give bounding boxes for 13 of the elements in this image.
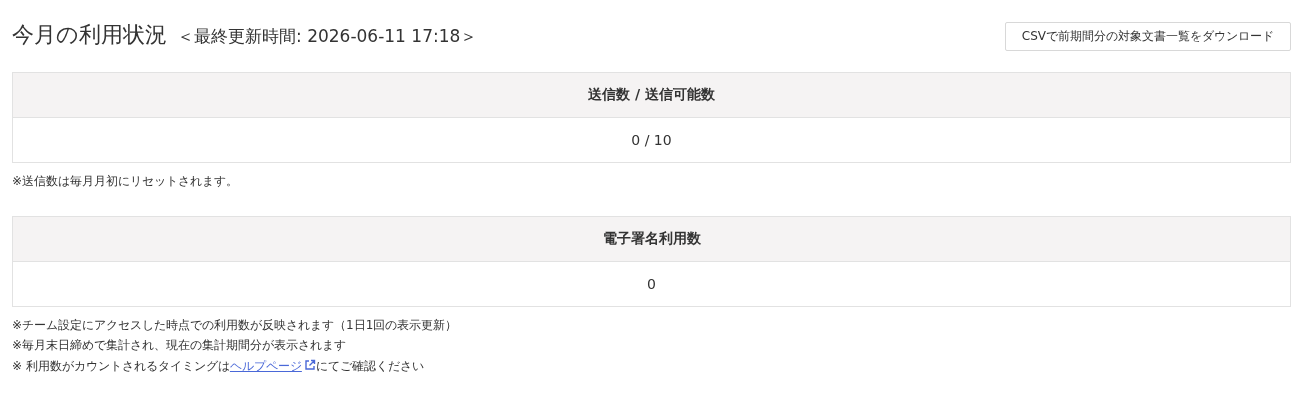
table-cell-text: 0 / 10 xyxy=(630,131,673,150)
external-link-icon xyxy=(303,358,316,371)
table-header: 送信数 / 送信可能数 xyxy=(13,73,1290,118)
note-text: ※毎月末日締めで集計され、現在の集計期間分が表示されます xyxy=(12,337,348,354)
table-header: 電子署名利用数 xyxy=(13,216,1290,262)
note-text: ※チーム設定にアクセスした時点での利用数が反映されます（1日1回の表示更新） xyxy=(12,316,459,334)
last-updated-time: ＜最終更新時間: 2026-06-11 17:18＞ xyxy=(177,24,478,48)
note-text: ※送信数は毎月月初にリセットされます。 xyxy=(12,173,240,190)
csv-download-button[interactable]: CSVで前期間分の対象文書一覧をダウンロード xyxy=(1004,22,1291,51)
table-cell-text: 0 xyxy=(646,274,657,294)
help-page-link[interactable]: ヘルプページ xyxy=(229,358,316,373)
page-title: 今月の利用状況 xyxy=(12,20,167,49)
note-text: ※ 利用数がカウントされるタイミングはヘルプページ にてご確認ください xyxy=(12,357,425,375)
